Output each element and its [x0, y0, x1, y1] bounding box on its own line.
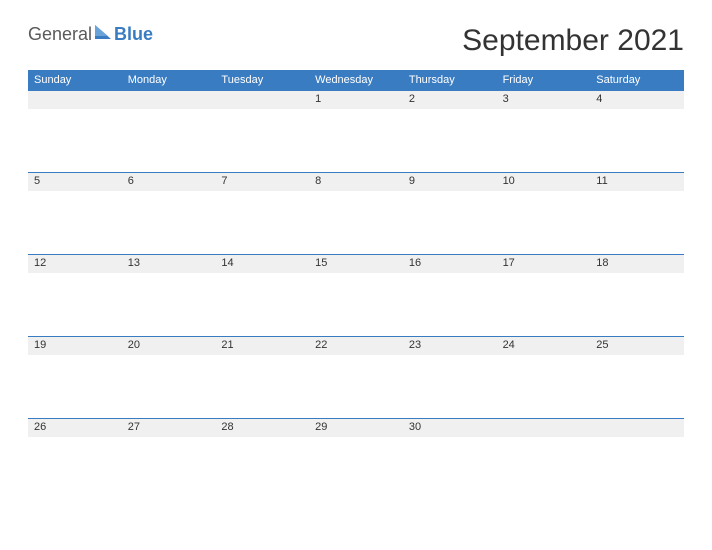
day-cell: 23 — [403, 336, 497, 418]
day-cell: 16 — [403, 254, 497, 336]
day-number — [590, 419, 684, 423]
day-cell: 30 — [403, 418, 497, 500]
day-number: 23 — [403, 337, 497, 353]
day-cell — [28, 90, 122, 172]
day-number: 12 — [28, 255, 122, 271]
day-cell — [590, 418, 684, 500]
day-cell: 4 — [590, 90, 684, 172]
logo-text-general: General — [28, 24, 92, 45]
day-number: 20 — [122, 337, 216, 353]
day-number: 6 — [122, 173, 216, 189]
day-number: 19 — [28, 337, 122, 353]
day-cell: 14 — [215, 254, 309, 336]
day-number: 2 — [403, 91, 497, 107]
day-cell: 12 — [28, 254, 122, 336]
day-cell: 22 — [309, 336, 403, 418]
day-number: 17 — [497, 255, 591, 271]
day-cell — [497, 418, 591, 500]
day-number: 7 — [215, 173, 309, 189]
day-cell: 21 — [215, 336, 309, 418]
day-cell: 6 — [122, 172, 216, 254]
day-number: 24 — [497, 337, 591, 353]
day-number: 9 — [403, 173, 497, 189]
day-cell: 26 — [28, 418, 122, 500]
day-number: 29 — [309, 419, 403, 435]
day-cell: 27 — [122, 418, 216, 500]
day-cell: 20 — [122, 336, 216, 418]
day-cell: 9 — [403, 172, 497, 254]
day-cell: 5 — [28, 172, 122, 254]
day-number: 28 — [215, 419, 309, 435]
day-number: 5 — [28, 173, 122, 189]
weekday-header: Sunday Monday Tuesday Wednesday Thursday… — [28, 70, 684, 90]
day-cell: 3 — [497, 90, 591, 172]
day-cell: 17 — [497, 254, 591, 336]
day-cell: 24 — [497, 336, 591, 418]
day-cell: 7 — [215, 172, 309, 254]
day-cell: 28 — [215, 418, 309, 500]
day-number: 13 — [122, 255, 216, 271]
day-number: 22 — [309, 337, 403, 353]
weekday-label: Tuesday — [215, 70, 309, 90]
day-number: 10 — [497, 173, 591, 189]
weekday-label: Thursday — [403, 70, 497, 90]
day-number: 18 — [590, 255, 684, 271]
day-number: 3 — [497, 91, 591, 107]
header: General Blue September 2021 — [28, 24, 684, 58]
day-cell — [122, 90, 216, 172]
day-cell: 18 — [590, 254, 684, 336]
logo-text-blue: Blue — [114, 24, 153, 45]
calendar-grid: 1 2 3 4 5 6 7 8 9 10 11 12 13 14 15 16 1… — [28, 90, 684, 500]
page-title: September 2021 — [462, 24, 684, 58]
day-cell: 25 — [590, 336, 684, 418]
day-number: 8 — [309, 173, 403, 189]
day-number: 27 — [122, 419, 216, 435]
day-number: 11 — [590, 173, 684, 189]
weekday-label: Sunday — [28, 70, 122, 90]
day-cell: 8 — [309, 172, 403, 254]
day-number: 1 — [309, 91, 403, 107]
day-cell: 10 — [497, 172, 591, 254]
weekday-label: Saturday — [590, 70, 684, 90]
day-number: 26 — [28, 419, 122, 435]
day-number: 30 — [403, 419, 497, 435]
day-cell: 13 — [122, 254, 216, 336]
day-number — [122, 91, 216, 95]
day-number: 25 — [590, 337, 684, 353]
day-number — [215, 91, 309, 95]
day-cell: 15 — [309, 254, 403, 336]
day-number: 21 — [215, 337, 309, 353]
day-cell: 1 — [309, 90, 403, 172]
weekday-label: Friday — [497, 70, 591, 90]
day-cell: 2 — [403, 90, 497, 172]
day-number: 15 — [309, 255, 403, 271]
triangle-icon — [95, 25, 111, 44]
day-number: 14 — [215, 255, 309, 271]
weekday-label: Monday — [122, 70, 216, 90]
weekday-label: Wednesday — [309, 70, 403, 90]
day-number: 16 — [403, 255, 497, 271]
day-number — [28, 91, 122, 95]
day-cell: 19 — [28, 336, 122, 418]
day-number — [497, 419, 591, 423]
day-number: 4 — [590, 91, 684, 107]
day-cell: 11 — [590, 172, 684, 254]
day-cell — [215, 90, 309, 172]
day-cell: 29 — [309, 418, 403, 500]
logo: General Blue — [28, 24, 153, 45]
